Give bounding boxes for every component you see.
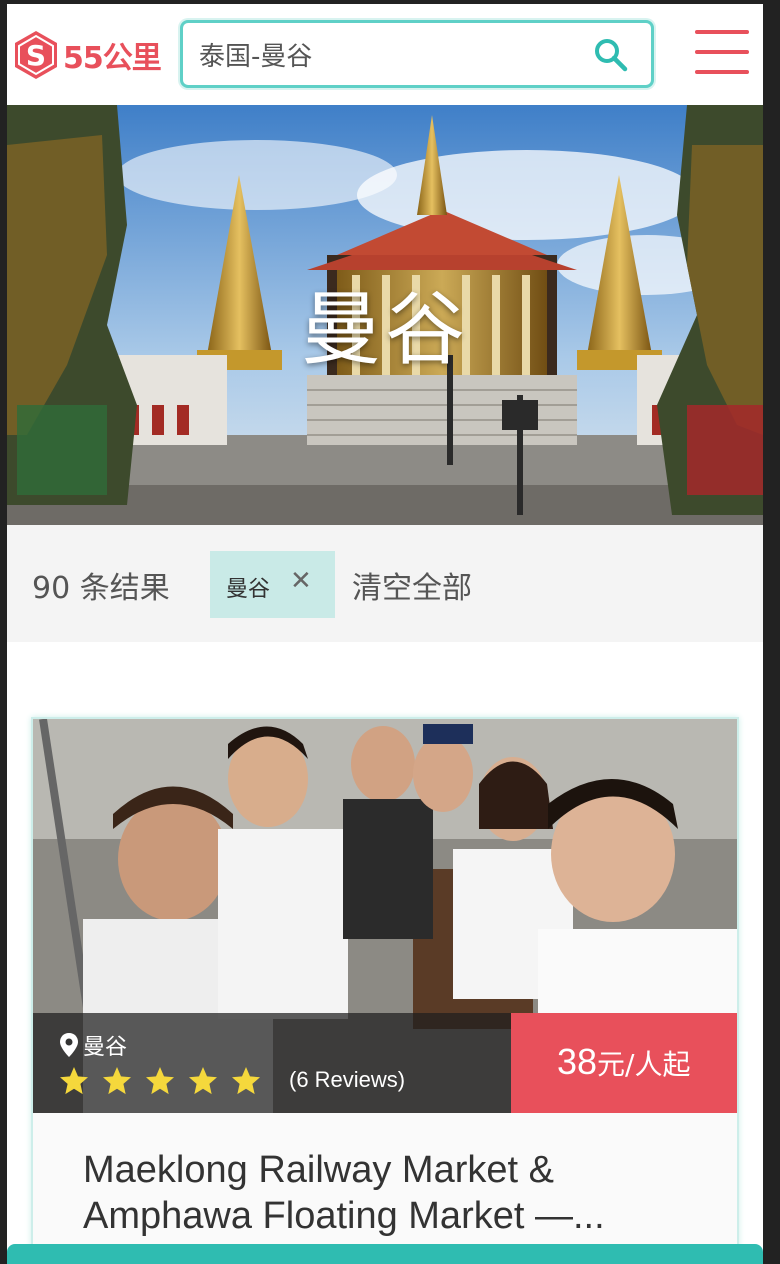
result-count: 90 条结果 bbox=[32, 571, 170, 606]
price-amount: 38 bbox=[557, 1041, 598, 1082]
tour-title[interactable]: Maeklong Railway Market & Amphawa Floati… bbox=[83, 1147, 683, 1239]
search-input[interactable] bbox=[199, 23, 579, 85]
hero-title: 曼谷 bbox=[301, 283, 469, 376]
bottom-action-bar[interactable] bbox=[7, 1244, 763, 1264]
search-icon[interactable] bbox=[593, 37, 629, 73]
filter-chip-label: 曼谷 bbox=[226, 577, 271, 602]
price-tag: 38元/人起 bbox=[511, 1013, 737, 1113]
clear-all-button[interactable]: 清空全部 bbox=[352, 563, 472, 607]
logo-text: 55公里 bbox=[63, 41, 162, 76]
rating-stars bbox=[57, 1065, 272, 1097]
filter-chip[interactable]: 曼谷 ✕ bbox=[210, 551, 335, 618]
svg-text:S: S bbox=[26, 39, 46, 72]
star-icon bbox=[189, 1067, 217, 1095]
logo[interactable]: S 55公里 bbox=[13, 28, 173, 82]
star-icon bbox=[146, 1067, 174, 1095]
review-count: (6 Reviews) bbox=[289, 1067, 406, 1092]
location-pin-icon bbox=[60, 1033, 78, 1057]
app-frame: S 55公里 泰国-曼谷 曼谷 90 条结果 曼谷 ✕ 清空全部 曼谷 (6 R… bbox=[7, 4, 763, 1264]
tour-photo[interactable]: 曼谷 (6 Reviews) 38元/人起 bbox=[33, 719, 737, 1113]
star-icon bbox=[103, 1067, 131, 1095]
hero-banner: 曼谷 bbox=[7, 105, 763, 525]
search-box[interactable] bbox=[180, 20, 654, 88]
close-icon[interactable]: ✕ bbox=[290, 565, 312, 596]
card-location-label: 曼谷 bbox=[83, 1035, 128, 1060]
tour-card[interactable]: 曼谷 (6 Reviews) 38元/人起 Maeklong Railway M… bbox=[31, 717, 739, 1264]
top-header: S 55公里 bbox=[7, 4, 763, 105]
price-unit: 元/人起 bbox=[597, 1048, 691, 1081]
price-value: 38元/人起 bbox=[557, 1041, 690, 1083]
filter-bar: 90 条结果 曼谷 ✕ 清空全部 bbox=[7, 525, 763, 642]
star-icon bbox=[232, 1067, 260, 1095]
logo-badge-icon: S bbox=[15, 31, 57, 79]
star-icon bbox=[60, 1067, 88, 1095]
card-location: 曼谷 bbox=[59, 1029, 127, 1061]
hamburger-menu-icon[interactable] bbox=[695, 30, 749, 76]
